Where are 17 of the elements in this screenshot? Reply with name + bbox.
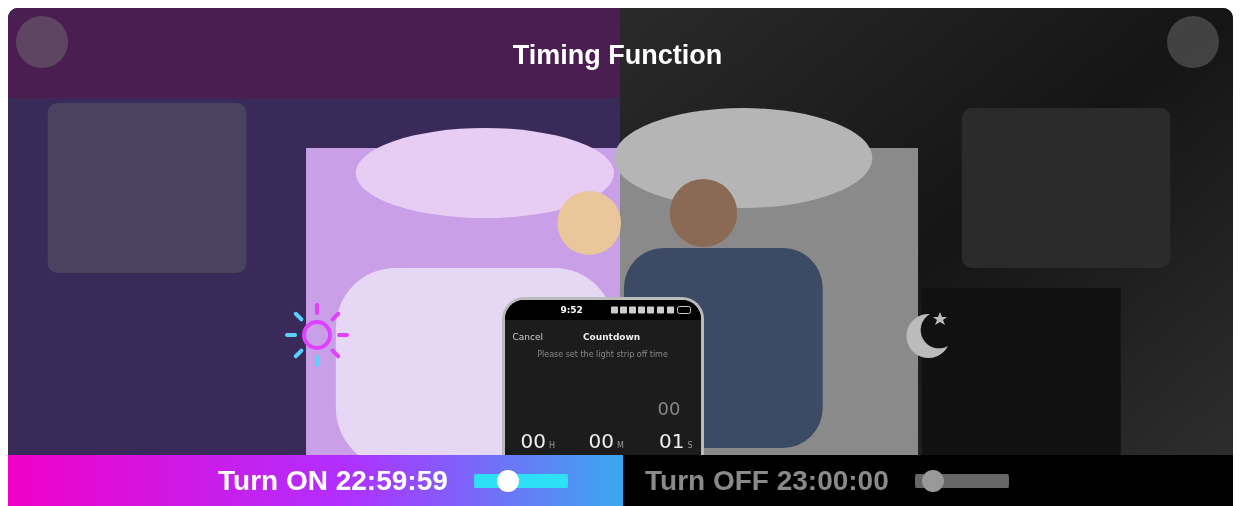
picker-value[interactable]: 00 — [588, 429, 615, 453]
picker-value: 00 — [657, 398, 681, 419]
hint-text: Please set the light strip off time — [536, 350, 669, 359]
battery-icon — [676, 306, 691, 314]
unit-label: M — [617, 441, 624, 450]
mode-label: Turn OFF 23:00:00 — [645, 464, 889, 497]
unit-label: S — [687, 441, 693, 450]
screen-title: Countdown — [583, 332, 641, 342]
picker-value[interactable]: 01 — [658, 429, 685, 453]
slider-thumb[interactable] — [921, 469, 944, 492]
banner-title: Timing Function — [512, 40, 723, 71]
picker-value[interactable]: 00 — [520, 429, 546, 453]
mode-label: Turn ON 22:59:59 — [218, 464, 448, 497]
cancel-button[interactable]: Cancel — [512, 332, 543, 342]
slider-thumb[interactable] — [496, 469, 519, 492]
unit-label: H — [548, 441, 555, 450]
status-time: 9:52 — [560, 305, 583, 315]
